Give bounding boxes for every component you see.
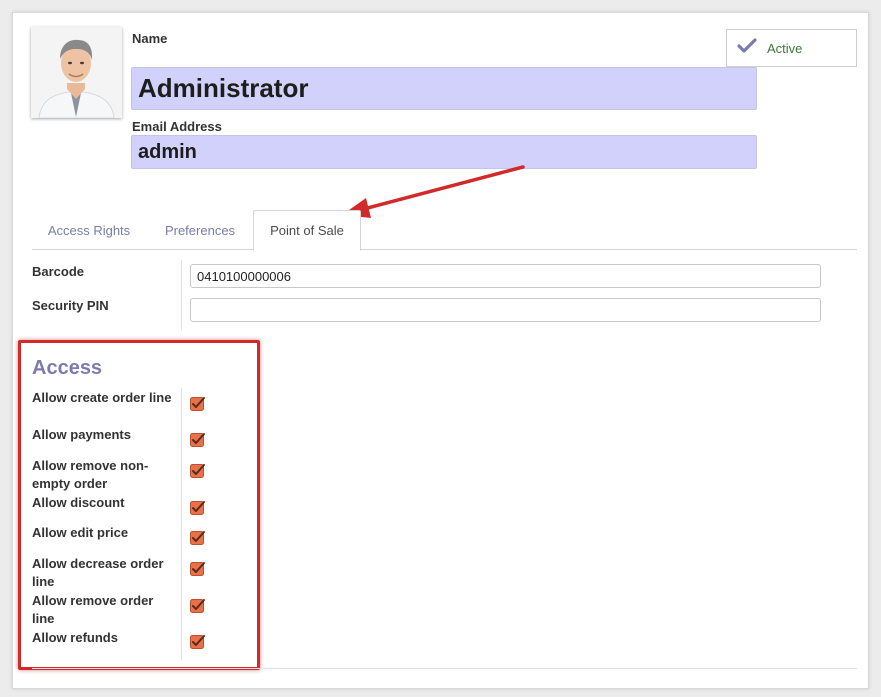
tab-point-of-sale[interactable]: Point of Sale <box>253 210 361 251</box>
tab-preferences[interactable]: Preferences <box>152 210 248 250</box>
barcode-label: Barcode <box>32 264 85 279</box>
email-label: Email Address <box>132 119 222 134</box>
security-pin-label: Security PIN <box>32 298 109 313</box>
tab-divider <box>32 249 857 250</box>
barcode-input[interactable]: 0410100000006 <box>190 264 821 288</box>
active-label: Active <box>767 40 803 56</box>
footer-divider <box>32 668 857 669</box>
name-input[interactable]: Administrator <box>131 67 757 110</box>
security-pin-input[interactable] <box>190 298 821 322</box>
column-divider <box>181 260 182 330</box>
name-label: Name <box>132 31 168 46</box>
annotation-highlight-box <box>18 340 260 670</box>
check-icon <box>737 37 757 59</box>
user-avatar[interactable] <box>31 27 122 118</box>
active-toggle-button[interactable]: Active <box>726 29 857 67</box>
tab-access-rights[interactable]: Access Rights <box>32 210 146 250</box>
